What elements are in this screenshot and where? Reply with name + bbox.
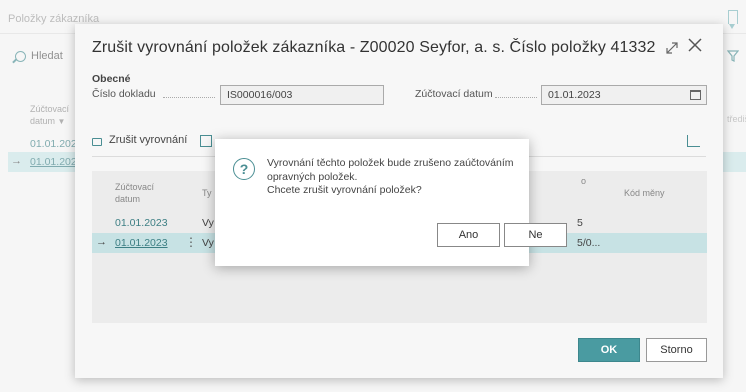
section-label-general: Obecné [92, 73, 131, 85]
close-icon[interactable] [687, 36, 703, 54]
expand-icon[interactable] [665, 41, 679, 55]
row-type: Vy [202, 237, 214, 249]
row-amount: 5 [577, 217, 583, 229]
column-header-posting-date[interactable]: Zúčtovací datum [115, 181, 160, 205]
confirm-dialog: ? Vyrovnání těchto položek bude zrušeno … [215, 139, 567, 266]
row-arrow-icon: → [96, 236, 107, 248]
column-header-currency[interactable]: Kód měny [624, 187, 665, 199]
column-header-partial[interactable]: o [581, 175, 586, 187]
ok-button[interactable]: OK [578, 338, 640, 362]
cancel-button[interactable]: Storno [646, 338, 707, 362]
find-entries-icon[interactable] [200, 135, 212, 147]
posting-date-label: Zúčtovací datum [415, 88, 493, 100]
confirm-line-1: Vyrovnání těchto položek bude zrušeno za… [267, 157, 514, 183]
doc-no-field[interactable]: IS000016/003 [220, 85, 384, 105]
doc-no-label: Číslo dokladu [92, 88, 156, 100]
unapply-action[interactable]: Zrušit vyrovnání [92, 134, 187, 146]
posting-date-field[interactable]: 01.01.2023 [541, 85, 707, 105]
row-date[interactable]: 01.01.2023 [115, 237, 168, 249]
row-type: Vy [202, 217, 214, 229]
row-date[interactable]: 01.01.2023 [115, 217, 168, 229]
confirm-message: Vyrovnání těchto položek bude zrušeno za… [267, 157, 517, 198]
unapply-icon [92, 135, 103, 146]
question-icon: ? [233, 158, 255, 180]
row-amount: 5/0... [577, 237, 601, 249]
confirm-line-2: Chcete zrušit vyrovnání položek? [267, 184, 422, 196]
yes-button[interactable]: Ano [437, 223, 500, 247]
no-button[interactable]: Ne [504, 223, 567, 247]
calendar-icon[interactable] [690, 90, 701, 100]
dots-divider [495, 97, 537, 98]
column-header-type[interactable]: Ty [202, 187, 212, 199]
row-menu-icon[interactable]: ⋮ [185, 235, 197, 249]
dialog-title: Zrušit vyrovnání položek zákazníka - Z00… [92, 39, 656, 56]
share-icon[interactable] [687, 135, 700, 147]
unapply-label: Zrušit vyrovnání [109, 134, 188, 146]
dots-divider [163, 97, 215, 98]
